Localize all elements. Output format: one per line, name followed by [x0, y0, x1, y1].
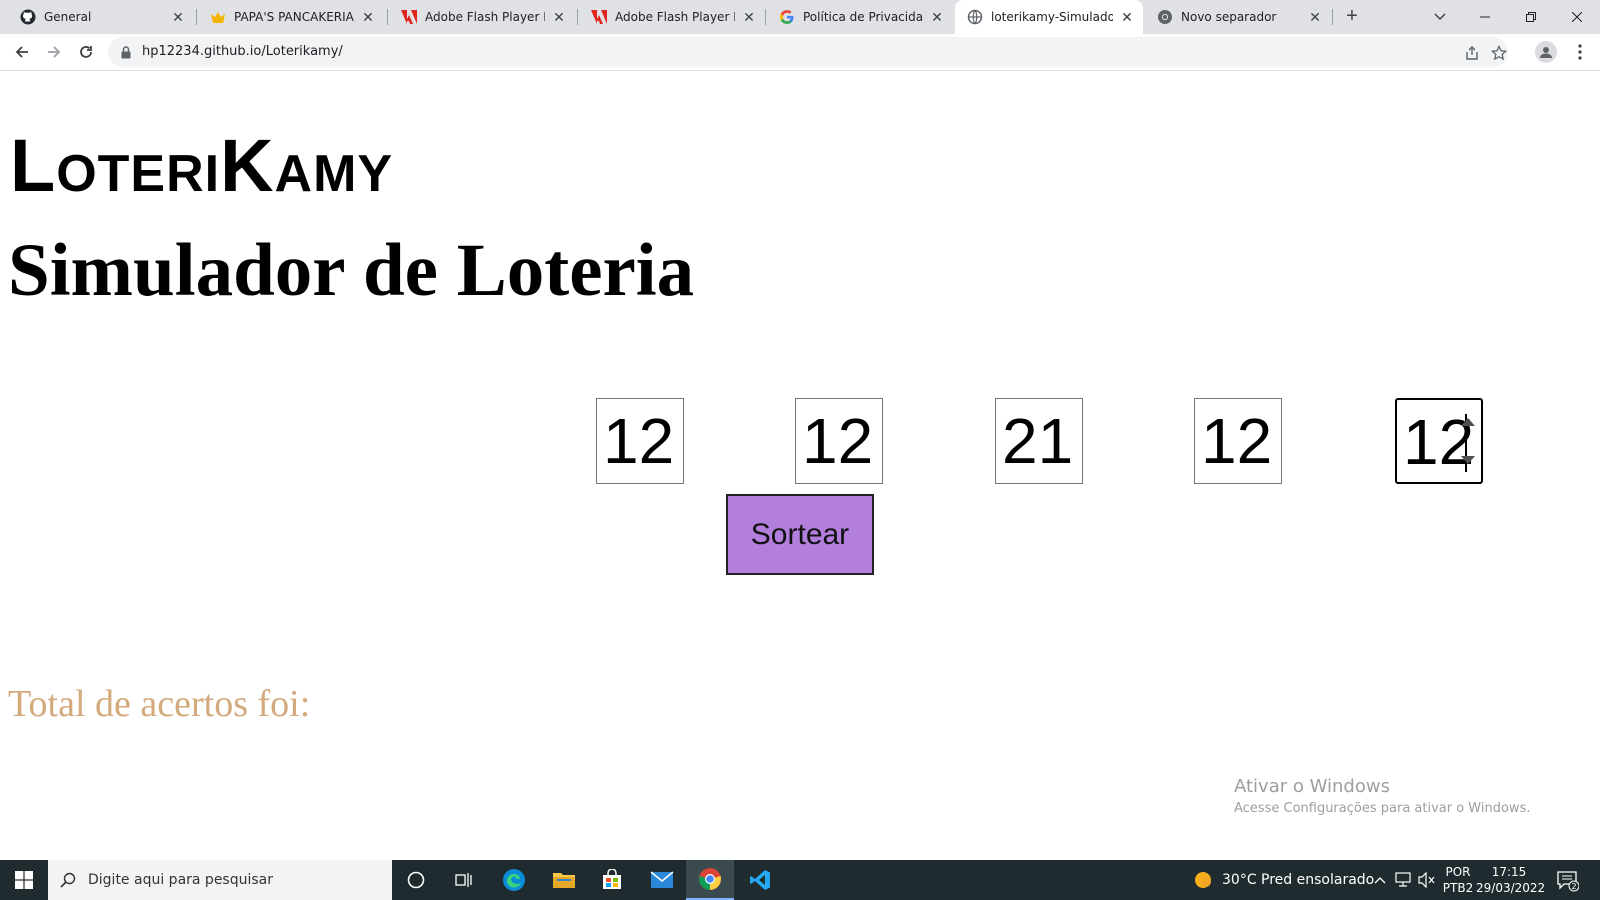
- weather-sun-icon: [1192, 869, 1214, 891]
- close-icon[interactable]: ✕: [1307, 9, 1323, 25]
- tab-divider: [577, 9, 578, 25]
- mail-icon[interactable]: [638, 860, 686, 900]
- tab-divider: [1332, 9, 1333, 25]
- weather-widget[interactable]: 30°C Pred ensolarado: [1192, 860, 1374, 900]
- tab-novo-separador[interactable]: Novo separador ✕: [1145, 0, 1331, 34]
- volume-muted-icon[interactable]: [1418, 860, 1436, 900]
- close-icon[interactable]: ✕: [360, 9, 376, 25]
- chrome-icon: [1157, 9, 1173, 25]
- tab-divider: [387, 9, 388, 25]
- keyboard-layout: PTB2: [1442, 881, 1474, 895]
- adobe-icon: [591, 9, 607, 25]
- minimize-button[interactable]: [1462, 0, 1508, 34]
- back-arrow-icon[interactable]: [8, 38, 36, 66]
- number-input-2[interactable]: 12: [795, 398, 883, 484]
- close-icon[interactable]: ✕: [551, 9, 567, 25]
- close-icon[interactable]: ✕: [1119, 9, 1135, 25]
- language-indicator[interactable]: POR PTB2: [1442, 864, 1474, 896]
- language-code: POR: [1445, 865, 1471, 879]
- tab-politica-privacidade[interactable]: Política de Privacidade ✕: [767, 0, 953, 34]
- chevron-down-icon[interactable]: [1428, 5, 1452, 29]
- watermark-text: Acesse Configurações para ativar o Windo…: [1234, 801, 1531, 816]
- tab-title: Novo separador: [1181, 10, 1277, 24]
- number-input-4[interactable]: 12: [1194, 398, 1282, 484]
- menu-dots-icon[interactable]: [1572, 41, 1588, 63]
- notification-count: 2: [1571, 882, 1576, 891]
- windows-activation-watermark: Ativar o Windows Acesse Configurações pa…: [1234, 775, 1530, 819]
- clock-time: 17:15: [1491, 865, 1527, 879]
- tab-title: General: [44, 10, 92, 24]
- page-subtitle: Simulador de Loteria: [8, 229, 695, 312]
- cortana-icon[interactable]: [392, 860, 440, 900]
- close-icon[interactable]: ✕: [170, 9, 186, 25]
- tab-title: PAPA'S PANCAKERIA jo: [234, 10, 354, 24]
- tab-divider: [196, 9, 197, 25]
- browser-toolbar: hp12234.github.io/Loterikamy/: [0, 34, 1600, 71]
- file-explorer-icon[interactable]: [540, 860, 588, 900]
- profile-avatar[interactable]: [1535, 41, 1557, 63]
- address-bar[interactable]: hp12234.github.io/Loterikamy/: [108, 37, 1508, 67]
- tab-strip: General ✕ PAPA'S PANCAKERIA jo ✕ Adobe F…: [0, 0, 1600, 34]
- edge-icon[interactable]: [490, 860, 538, 900]
- taskbar-search-box[interactable]: Digite aqui para pesquisar: [48, 860, 392, 900]
- globe-icon: [967, 9, 983, 25]
- result-text: Total de acertos foi:: [8, 683, 311, 725]
- tab-loterikamy[interactable]: loterikamy-Simulador d ✕: [955, 0, 1143, 34]
- number-input-5[interactable]: 12: [1395, 398, 1483, 484]
- clock-date: 29/03/2022: [1476, 881, 1546, 895]
- web-page: LoteriKamy Simulador de Loteria 12 12 21…: [0, 72, 1600, 860]
- search-placeholder: Digite aqui para pesquisar: [88, 872, 274, 888]
- task-view-icon[interactable]: [440, 860, 488, 900]
- tab-papas-pancakeria[interactable]: PAPA'S PANCAKERIA jo ✕: [198, 0, 384, 34]
- number-input-3[interactable]: 21: [995, 398, 1083, 484]
- tab-adobe-flash-1[interactable]: Adobe Flash Player End ✕: [389, 0, 575, 34]
- chevron-up-icon[interactable]: [1374, 860, 1386, 900]
- network-icon[interactable]: [1394, 860, 1412, 900]
- spinner-up-icon[interactable]: [1461, 418, 1475, 426]
- reload-icon[interactable]: [72, 38, 100, 66]
- vscode-icon[interactable]: [736, 860, 784, 900]
- tab-title: Adobe Flash Player End: [425, 10, 545, 24]
- new-tab-button[interactable]: +: [1340, 5, 1364, 29]
- tab-title: Adobe Flash Player End: [615, 10, 735, 24]
- tab-adobe-flash-2[interactable]: Adobe Flash Player End ✕: [579, 0, 765, 34]
- search-icon: [48, 872, 88, 888]
- forward-arrow-icon[interactable]: [40, 38, 68, 66]
- bookmark-star-icon[interactable]: [1490, 44, 1508, 62]
- close-icon[interactable]: ✕: [929, 9, 945, 25]
- windows-taskbar: Digite aqui para pesquisar 30°C Pred ens…: [0, 860, 1600, 900]
- weather-text: 30°C Pred ensolarado: [1222, 872, 1375, 888]
- microsoft-store-icon[interactable]: [588, 860, 636, 900]
- number-spinner[interactable]: [1461, 408, 1475, 474]
- clock[interactable]: 17:15 29/03/2022: [1476, 864, 1546, 896]
- watermark-title: Ativar o Windows: [1234, 776, 1390, 797]
- chrome-icon[interactable]: [686, 860, 734, 900]
- close-icon[interactable]: ✕: [741, 9, 757, 25]
- close-window-button[interactable]: [1554, 0, 1600, 34]
- tab-divider: [765, 9, 766, 25]
- adobe-icon: [401, 9, 417, 25]
- windows-start-icon[interactable]: [0, 860, 48, 900]
- notification-icon[interactable]: 2: [1555, 868, 1580, 892]
- number-input-1[interactable]: 12: [596, 398, 684, 484]
- lock-icon[interactable]: [118, 44, 134, 60]
- spinner-down-icon[interactable]: [1461, 456, 1475, 464]
- share-icon[interactable]: [1463, 44, 1481, 62]
- crown-icon: [210, 9, 226, 25]
- google-icon: [779, 9, 795, 25]
- url-text[interactable]: hp12234.github.io/Loterikamy/: [142, 44, 343, 59]
- tab-title: Política de Privacidade: [803, 10, 923, 24]
- restore-button[interactable]: [1508, 0, 1554, 34]
- github-icon: [20, 9, 36, 25]
- page-title: LoteriKamy: [10, 124, 394, 207]
- tab-title: loterikamy-Simulador d: [991, 10, 1113, 24]
- sortear-button[interactable]: Sortear: [726, 494, 874, 575]
- tab-general[interactable]: General ✕: [8, 0, 194, 34]
